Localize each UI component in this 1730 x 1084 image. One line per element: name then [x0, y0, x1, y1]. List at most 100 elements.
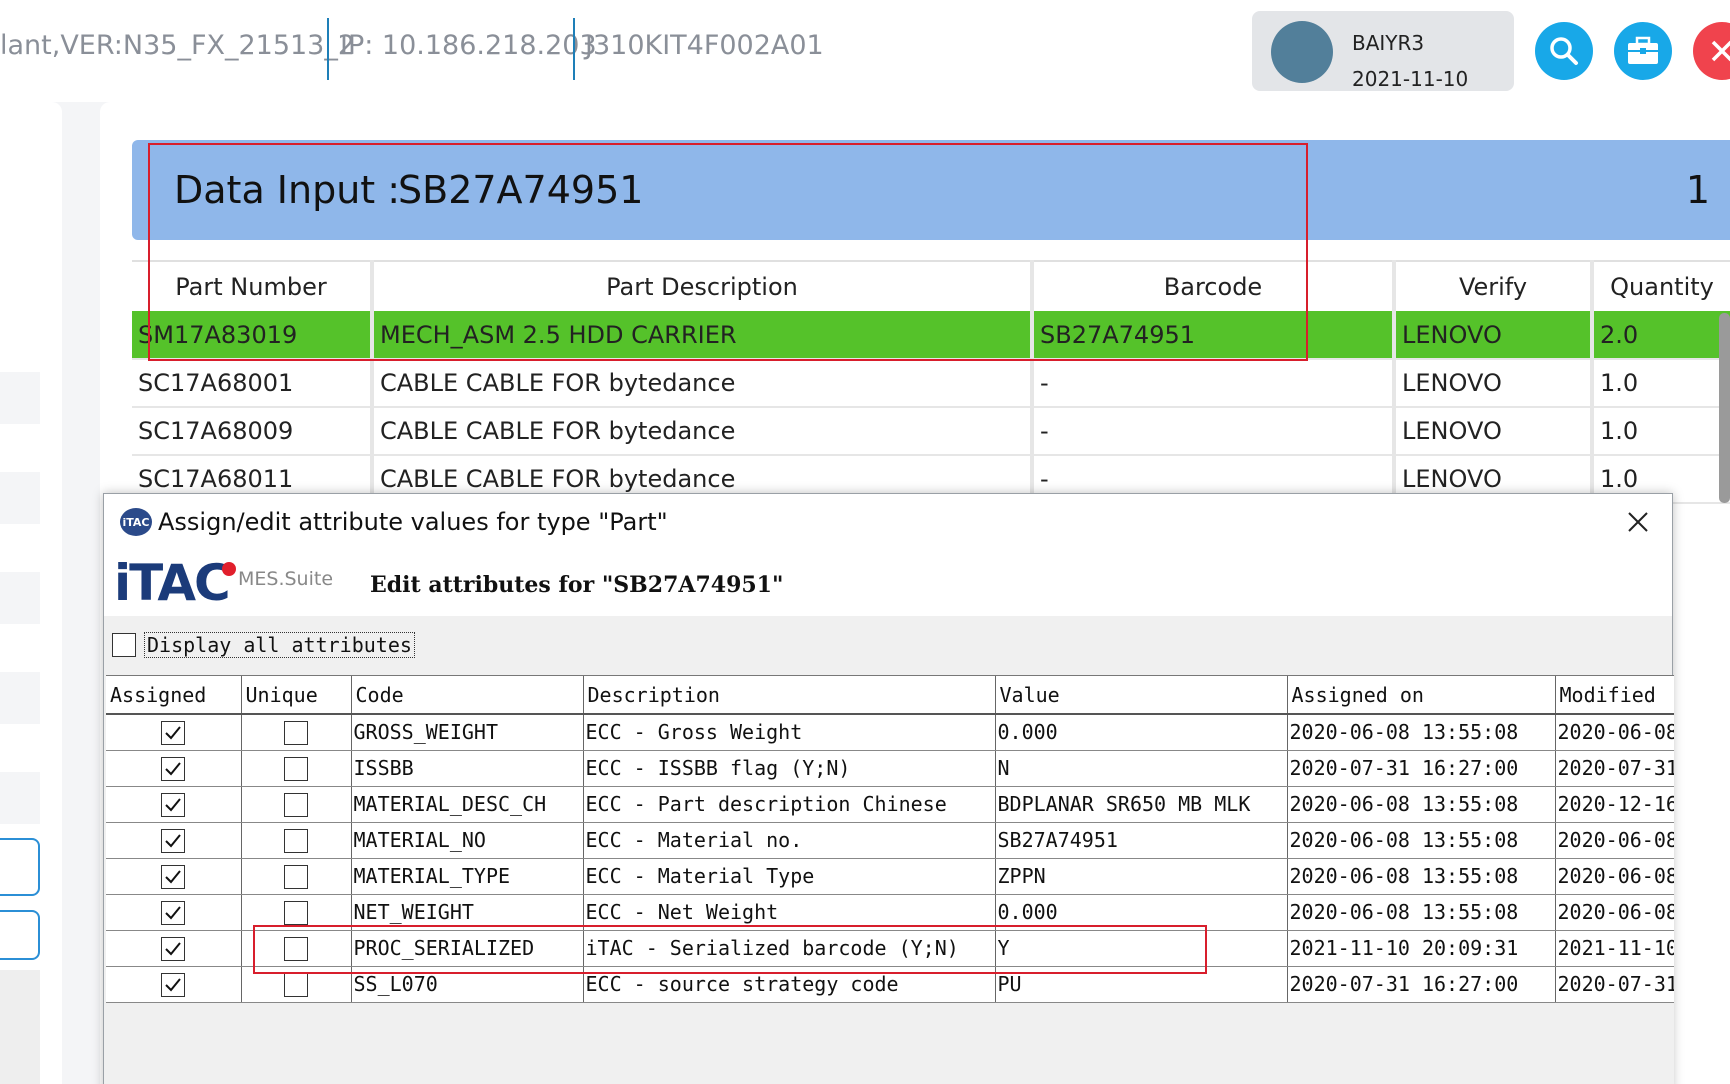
left-row: [0, 472, 40, 524]
col-assigned-on[interactable]: Assigned on: [1287, 676, 1556, 715]
cell-value[interactable]: PU: [995, 966, 1288, 1003]
assigned-checkbox[interactable]: [161, 756, 186, 781]
cell-modified: 2020-06-08: [1555, 822, 1674, 859]
cell-part-number: SC17A68009: [132, 407, 374, 456]
cell-modified: 2020-07-31: [1555, 750, 1674, 787]
assigned-checkbox[interactable]: [161, 900, 186, 925]
col-verify[interactable]: Verify: [1394, 260, 1594, 311]
search-icon: [1550, 37, 1578, 65]
header-station: J310KIT4F002A01: [585, 30, 824, 61]
col-code[interactable]: Code: [351, 676, 584, 715]
user-card[interactable]: BAIYR3 2021-11-10: [1252, 11, 1514, 91]
col-part-number[interactable]: Part Number: [132, 260, 374, 311]
close-icon: [1711, 40, 1730, 62]
cell-value[interactable]: 0.000: [995, 894, 1288, 931]
left-input-box[interactable]: [0, 838, 40, 896]
table-row[interactable]: SS_L070 ECC - source strategy code PU 2020-…: [106, 966, 1674, 1003]
col-modified[interactable]: Modified: [1555, 676, 1674, 715]
cell-description: ECC - source strategy code: [583, 966, 996, 1003]
unique-checkbox[interactable]: [284, 828, 308, 853]
col-value[interactable]: Value: [995, 676, 1288, 715]
cell-modified: 2020-06-08: [1555, 714, 1674, 751]
table-row[interactable]: GROSS_WEIGHT ECC - Gross Weight 0.000 2020-…: [106, 714, 1674, 751]
close-app-button[interactable]: [1693, 22, 1730, 80]
unique-checkbox[interactable]: [284, 792, 308, 817]
table-row[interactable]: MATERIAL_TYPE ECC - Material Type ZPPN 2020…: [106, 858, 1674, 895]
cell-assigned-on: 2020-07-31 16:27:00: [1287, 966, 1556, 1003]
cell-assigned-on: 2020-06-08 13:55:08: [1287, 858, 1556, 895]
cell-barcode: -: [1032, 359, 1396, 408]
table-row[interactable]: SM17A83019 MECH_ASM 2.5 HDD CARRIER SB27…: [132, 311, 1730, 360]
dialog-heading: Edit attributes for "SB27A74951": [370, 572, 784, 598]
assigned-checkbox[interactable]: [161, 972, 186, 997]
assigned-checkbox[interactable]: [161, 721, 186, 745]
cell-value[interactable]: BDPLANAR SR650 MB MLK: [995, 786, 1288, 823]
itac-logo-suite: MES.Suite: [238, 568, 334, 590]
table-row[interactable]: MATERIAL_NO ECC - Material no. SB27A74951 2…: [106, 822, 1674, 859]
cell-code: SS_L070: [351, 966, 584, 1003]
assigned-checkbox[interactable]: [161, 828, 186, 853]
itac-logo-word: iTAC: [114, 554, 231, 612]
table-row[interactable]: PROC_SERIALIZED iTAC - Serialized barcode…: [106, 930, 1674, 967]
cell-assigned-on: 2020-06-08 13:55:08: [1287, 714, 1556, 751]
col-quantity[interactable]: Quantity: [1592, 260, 1730, 311]
cell-verify: LENOVO: [1394, 407, 1594, 456]
col-barcode[interactable]: Barcode: [1032, 260, 1396, 311]
cell-assigned-on: 2020-07-31 16:27:00: [1287, 750, 1556, 787]
cell-description: ECC - Material Type: [583, 858, 996, 895]
unique-checkbox[interactable]: [284, 756, 308, 781]
cell-code: GROSS_WEIGHT: [351, 714, 584, 751]
col-assigned[interactable]: Assigned: [106, 676, 242, 715]
unique-cell: [241, 822, 352, 859]
parts-table: Part Number Part Description Barcode Ver…: [132, 260, 1730, 504]
display-all-label[interactable]: Display all attributes: [144, 632, 415, 658]
cell-assigned-on: 2020-06-08 13:55:08: [1287, 822, 1556, 859]
cell-value[interactable]: SB27A74951: [995, 822, 1288, 859]
unique-checkbox[interactable]: [284, 864, 308, 889]
col-part-description[interactable]: Part Description: [372, 260, 1034, 311]
dialog-titlebar: iTAC Assign/edit attribute values for ty…: [104, 494, 1672, 550]
briefcase-icon: [1628, 36, 1658, 64]
table-row[interactable]: NET_WEIGHT ECC - Net Weight 0.000 2020-06-0…: [106, 894, 1674, 931]
col-description[interactable]: Description: [583, 676, 996, 715]
cell-description: ECC - Net Weight: [583, 894, 996, 931]
unique-checkbox[interactable]: [284, 972, 308, 997]
cell-description: ECC - Material no.: [583, 822, 996, 859]
unique-checkbox[interactable]: [284, 721, 308, 745]
attribute-rows: GROSS_WEIGHT ECC - Gross Weight 0.000 2020-…: [106, 714, 1674, 1003]
col-unique[interactable]: Unique: [241, 676, 352, 715]
cell-assigned-on: 2020-06-08 13:55:08: [1287, 894, 1556, 931]
table-row[interactable]: ISSBB ECC - ISSBB flag (Y;N) N 2020-07-31 1…: [106, 750, 1674, 787]
cell-modified: 2020-06-08: [1555, 858, 1674, 895]
assigned-checkbox[interactable]: [161, 792, 186, 817]
search-button[interactable]: [1535, 22, 1593, 80]
table-row[interactable]: SC17A68009 CABLE CABLE FOR bytedance - L…: [132, 407, 1730, 456]
cell-value[interactable]: N: [995, 750, 1288, 787]
toolbox-button[interactable]: [1614, 22, 1672, 80]
table-scrollbar[interactable]: [1719, 313, 1730, 503]
assigned-cell: [106, 786, 242, 823]
unique-checkbox[interactable]: [284, 900, 308, 925]
table-row[interactable]: MATERIAL_DESC_CH ECC - Part description C…: [106, 786, 1674, 823]
assigned-checkbox[interactable]: [161, 936, 186, 961]
cell-code: ISSBB: [351, 750, 584, 787]
cell-value[interactable]: Y: [995, 930, 1288, 967]
assigned-checkbox[interactable]: [161, 864, 186, 889]
unique-cell: [241, 750, 352, 787]
cell-value[interactable]: ZPPN: [995, 858, 1288, 895]
left-input-box[interactable]: [0, 910, 40, 960]
close-icon[interactable]: [1624, 508, 1652, 536]
cell-description: ECC - Part description Chinese: [583, 786, 996, 823]
cell-part-number: SM17A83019: [132, 311, 374, 360]
left-row: [0, 572, 40, 624]
display-all-checkbox[interactable]: [112, 633, 136, 657]
cell-part-number: SC17A68001: [132, 359, 374, 408]
table-row[interactable]: SC17A68001 CABLE CABLE FOR bytedance - L…: [132, 359, 1730, 408]
cell-description: ECC - ISSBB flag (Y;N): [583, 750, 996, 787]
cell-value[interactable]: 0.000: [995, 714, 1288, 751]
attribute-header-row: Assigned Unique Code Description Value A…: [106, 676, 1674, 715]
unique-checkbox[interactable]: [284, 936, 308, 961]
cell-modified: 2021-11-10: [1555, 930, 1674, 967]
header-ip: IP: 10.186.218.203: [340, 30, 597, 61]
display-all-toggle[interactable]: Display all attributes: [112, 632, 415, 658]
